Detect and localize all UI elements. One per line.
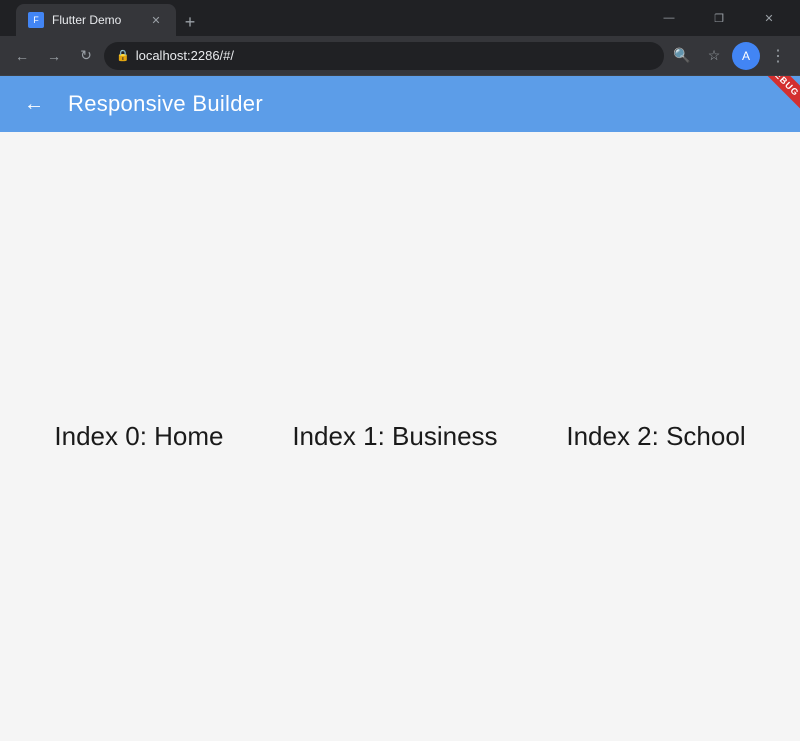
address-bar-row: ← → ↻ 🔒 localhost:2286/#/ 🔍 ☆ A ⋮	[0, 36, 800, 76]
app-container: ← Responsive Builder DEBUG Index 0: Home…	[0, 76, 800, 741]
toolbar-icons: 🔍 ☆ A ⋮	[668, 42, 792, 70]
star-icon[interactable]: ☆	[700, 42, 728, 70]
list-item: Index 2: School	[566, 421, 745, 452]
title-bar: F Flutter Demo ✕ + — ❐ ✕	[0, 0, 800, 36]
app-bar: ← Responsive Builder DEBUG	[0, 76, 800, 132]
app-back-button[interactable]: ←	[16, 86, 52, 122]
forward-nav-button[interactable]: →	[40, 42, 68, 70]
tab-title: Flutter Demo	[52, 13, 140, 27]
minimize-icon: —	[664, 12, 675, 24]
address-text: localhost:2286/#/	[136, 48, 652, 63]
app-back-icon: ←	[24, 93, 44, 116]
profile-avatar[interactable]: A	[732, 42, 760, 70]
debug-badge: DEBUG	[753, 76, 800, 110]
list-item: Index 1: Business	[292, 421, 497, 452]
menu-dots-icon: ⋮	[770, 46, 786, 66]
close-button[interactable]: ✕	[746, 0, 792, 36]
address-bar[interactable]: 🔒 localhost:2286/#/	[104, 42, 664, 70]
search-icon[interactable]: 🔍	[668, 42, 696, 70]
lock-icon: 🔒	[116, 49, 130, 62]
avatar-initial: A	[742, 49, 750, 63]
close-icon: ✕	[764, 12, 773, 25]
restore-button[interactable]: ❐	[696, 0, 742, 36]
app-bar-title: Responsive Builder	[68, 91, 263, 117]
browser-tab[interactable]: F Flutter Demo ✕	[16, 4, 176, 36]
new-tab-button[interactable]: +	[176, 8, 204, 36]
app-content: Index 0: Home Index 1: Business Index 2:…	[0, 132, 800, 741]
restore-icon: ❐	[714, 12, 724, 25]
refresh-icon: ↻	[80, 47, 92, 64]
refresh-button[interactable]: ↻	[72, 42, 100, 70]
tab-close-button[interactable]: ✕	[148, 12, 164, 28]
title-bar-controls: — ❐ ✕	[646, 0, 792, 36]
back-nav-icon: ←	[15, 48, 29, 64]
tab-favicon: F	[28, 12, 44, 28]
debug-label: DEBUG	[767, 76, 800, 98]
list-item: Index 0: Home	[54, 421, 223, 452]
minimize-button[interactable]: —	[646, 0, 692, 36]
browser-menu-icon[interactable]: ⋮	[764, 42, 792, 70]
forward-nav-icon: →	[47, 48, 61, 64]
tab-bar: F Flutter Demo ✕ +	[8, 0, 204, 36]
back-nav-button[interactable]: ←	[8, 42, 36, 70]
